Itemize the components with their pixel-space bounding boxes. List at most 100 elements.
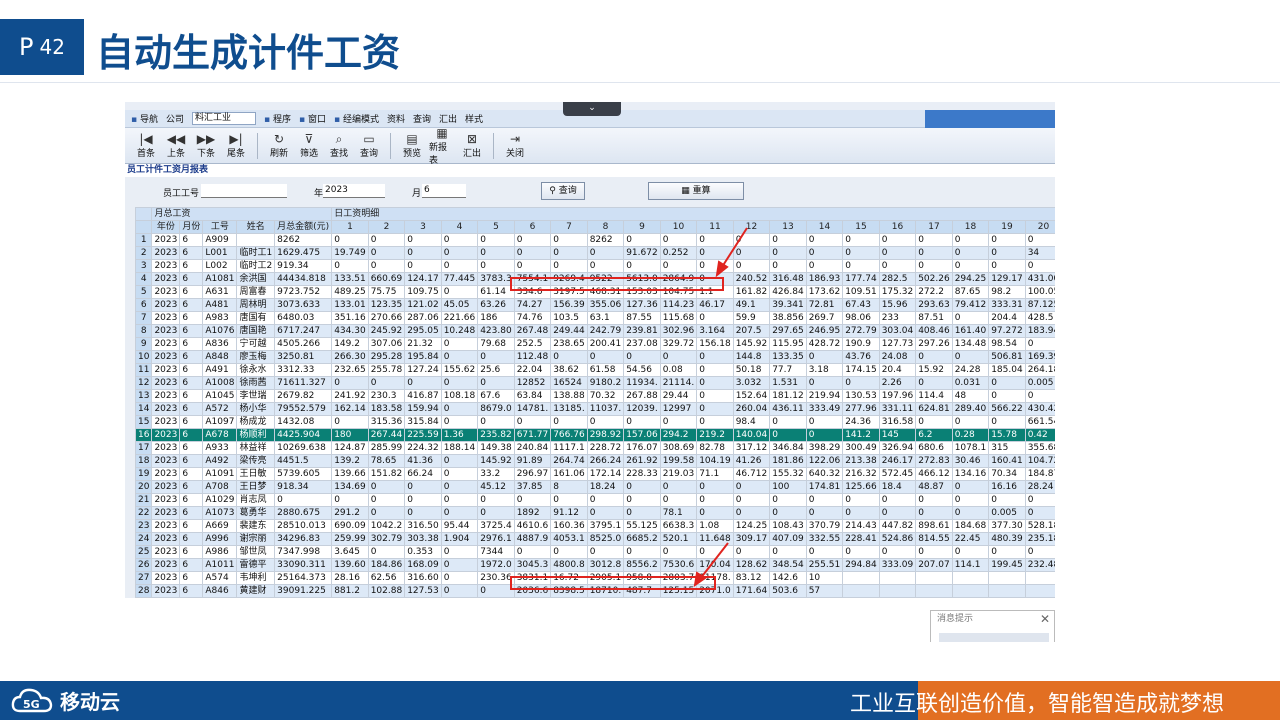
binoculars-icon: ⚲: [549, 186, 559, 196]
recalculate-button-label: 重算: [692, 186, 711, 196]
menu-item-5[interactable]: ▪ 经编模式: [334, 112, 379, 125]
menu-item-label: 窗口: [307, 115, 326, 125]
popup-content: [939, 633, 1049, 642]
menu-item-0[interactable]: ▪ 导航: [131, 112, 158, 125]
menu-item-label: 汇出: [438, 115, 457, 125]
query-button[interactable]: ⚲ 查询: [541, 182, 585, 200]
arrow-lower: [693, 542, 729, 588]
toolbar-button-label: 下条: [196, 149, 215, 159]
toolbar-button-label: 筛选: [299, 149, 318, 159]
prev-icon: ◀◀: [166, 132, 186, 146]
toolbar-button-label: 首条: [136, 149, 155, 159]
close-icon[interactable]: ✕: [1040, 612, 1050, 626]
toolbar-button-9[interactable]: ▦ 新报表: [429, 126, 455, 166]
cloud-5g-icon: 5G: [11, 688, 53, 713]
toolbar-button-8[interactable]: ▤ 预览: [399, 132, 425, 159]
menu-item-label: 程序: [272, 115, 291, 125]
menu-item-4[interactable]: ▪ 窗口: [299, 112, 326, 125]
toolbar-button-3[interactable]: ▶| 尾条: [223, 132, 249, 159]
toolbar-button-1[interactable]: ◀◀ 上条: [163, 132, 189, 159]
toolbar-button-label: 查找: [329, 149, 348, 159]
toolbar-separator: [257, 132, 258, 159]
menu-item-label: 导航: [139, 115, 158, 125]
brand-logo: 5G 移动云: [10, 685, 120, 715]
menu-item-label: 资料: [386, 115, 405, 125]
menu-item-label: 公司: [165, 115, 184, 125]
page-number: 42: [39, 35, 65, 59]
menu-item-label: 查询: [412, 115, 431, 125]
recalculate-button[interactable]: ▦ 重算: [648, 182, 744, 200]
chevron-down-icon[interactable]: ⌄: [563, 102, 621, 116]
annotation-arrows: [693, 227, 748, 588]
calculator-icon: ▦: [681, 186, 693, 196]
first-icon: |◀: [139, 132, 153, 146]
mode-icon: ▪: [333, 115, 343, 125]
toolbar-button-2[interactable]: ▶▶ 下条: [193, 132, 219, 159]
menu-item-9[interactable]: 样式: [465, 112, 483, 125]
year-label: 年: [314, 189, 324, 199]
employee-id-input[interactable]: [201, 184, 287, 198]
footer-slogan: 工业互联创造价值，智能智造成就梦想: [849, 692, 1224, 717]
preview-icon: ▤: [406, 132, 418, 146]
nav-icon: ▪: [131, 115, 140, 125]
new-report-icon: ▦: [436, 125, 448, 140]
menu-item-8[interactable]: 汇出: [439, 112, 457, 125]
menu-item-7[interactable]: 查询: [413, 112, 431, 125]
menu-item-label: 样式: [465, 115, 484, 125]
toolbar-button-label: 关闭: [505, 149, 524, 159]
slide: P 42 自动生成计件工资 ⌄ ▪ 导航 公司 料汇工业 ▪ 程序 ▪ 窗口 ▪ 经编模式…: [0, 0, 1280, 720]
query-icon: ▭: [363, 132, 375, 146]
toolbar-button-6[interactable]: ⌕ 查找: [326, 132, 352, 159]
title-divider: [0, 82, 1280, 83]
toolbar-button-label: 新报表: [429, 142, 448, 166]
brand-name: 移动云: [60, 689, 120, 714]
menu-item-label: 料汇工业: [195, 113, 232, 123]
toolbar-button-label: 刷新: [269, 149, 288, 159]
next-icon: ▶▶: [196, 132, 216, 146]
window-icon: ▪: [298, 115, 308, 125]
year-input[interactable]: 2023: [323, 184, 385, 198]
app-window: ⌄ ▪ 导航 公司 料汇工业 ▪ 程序 ▪ 窗口 ▪ 经编模式 资料 查询 汇出 样式 |◀ 首条 ◀…: [125, 102, 1055, 642]
export-icon: ⊠: [466, 132, 478, 146]
page-label: P: [19, 33, 34, 61]
last-icon: ▶|: [229, 132, 243, 146]
close-icon: ⇥: [509, 132, 521, 146]
program-icon: ▪: [264, 115, 273, 125]
toolbar-separator: [390, 132, 391, 159]
query-button-label: 查询: [558, 186, 577, 196]
toolbar-button-7[interactable]: ▭ 查询: [356, 132, 382, 159]
toolbar-button-label: 查询: [359, 149, 378, 159]
employee-id-label: 员工工号: [163, 189, 200, 199]
menu-item-6[interactable]: 资料: [387, 112, 405, 125]
toolbar-button-label: 尾条: [226, 149, 245, 159]
toolbar-button-5[interactable]: ⊽ 筛选: [296, 132, 322, 159]
menu-item-label: 经编模式: [342, 115, 379, 125]
toolbar-button-label: 汇出: [462, 149, 481, 159]
toolbar-button-11[interactable]: ⇥ 关闭: [502, 132, 528, 159]
salary-grid: 月总工资 日工资明细 年份 月份 工号 姓名 月总金额(元) 1 2 3 4 5 6 7 8 9 10 11 1…: [125, 207, 1055, 598]
slide-title: 自动生成计件工资: [96, 31, 401, 75]
svg-text:5G: 5G: [23, 698, 40, 711]
toolbar-button-4[interactable]: ↻ 刷新: [266, 132, 292, 159]
message-popup: 消息提示 ✕: [930, 610, 1055, 642]
popup-title: 消息提示: [937, 614, 974, 624]
menubar-accent-strip: [925, 110, 1055, 128]
toolbar-button-0[interactable]: |◀ 首条: [133, 132, 159, 159]
toolbar-button-10[interactable]: ⊠ 汇出: [459, 132, 485, 159]
arrow-upper: [715, 227, 748, 278]
toolbar-button-label: 上条: [166, 149, 185, 159]
filter-panel: 员工工号 年 2023 月 6 ⚲ 查询 ▦ 重算: [125, 177, 1055, 207]
menu-item-2[interactable]: 料汇工业: [192, 112, 256, 125]
toolbar-button-label: 预览: [402, 149, 421, 159]
refresh-icon: ↻: [273, 132, 285, 146]
month-input[interactable]: 6: [422, 184, 466, 198]
menu-item-1[interactable]: 公司: [166, 112, 184, 125]
report-title: 员工计件工资月报表: [127, 165, 209, 175]
menu-item-3[interactable]: ▪ 程序: [264, 112, 291, 125]
month-label: 月: [412, 189, 422, 199]
toolbar-separator: [493, 132, 494, 159]
find-icon: ⌕: [335, 132, 343, 146]
filter-icon: ⊽: [304, 132, 314, 146]
toolbar: |◀ 首条 ◀◀ 上条 ▶▶ 下条 ▶| 尾条 ↻ 刷新 ⊽ 筛选 ⌕ 查找 ▭ 查询 ▤ 预览 ▦ 新报表 ⊠ 汇出 ⇥ 关…: [125, 126, 1055, 166]
page-number-badge: P 42: [0, 19, 84, 75]
